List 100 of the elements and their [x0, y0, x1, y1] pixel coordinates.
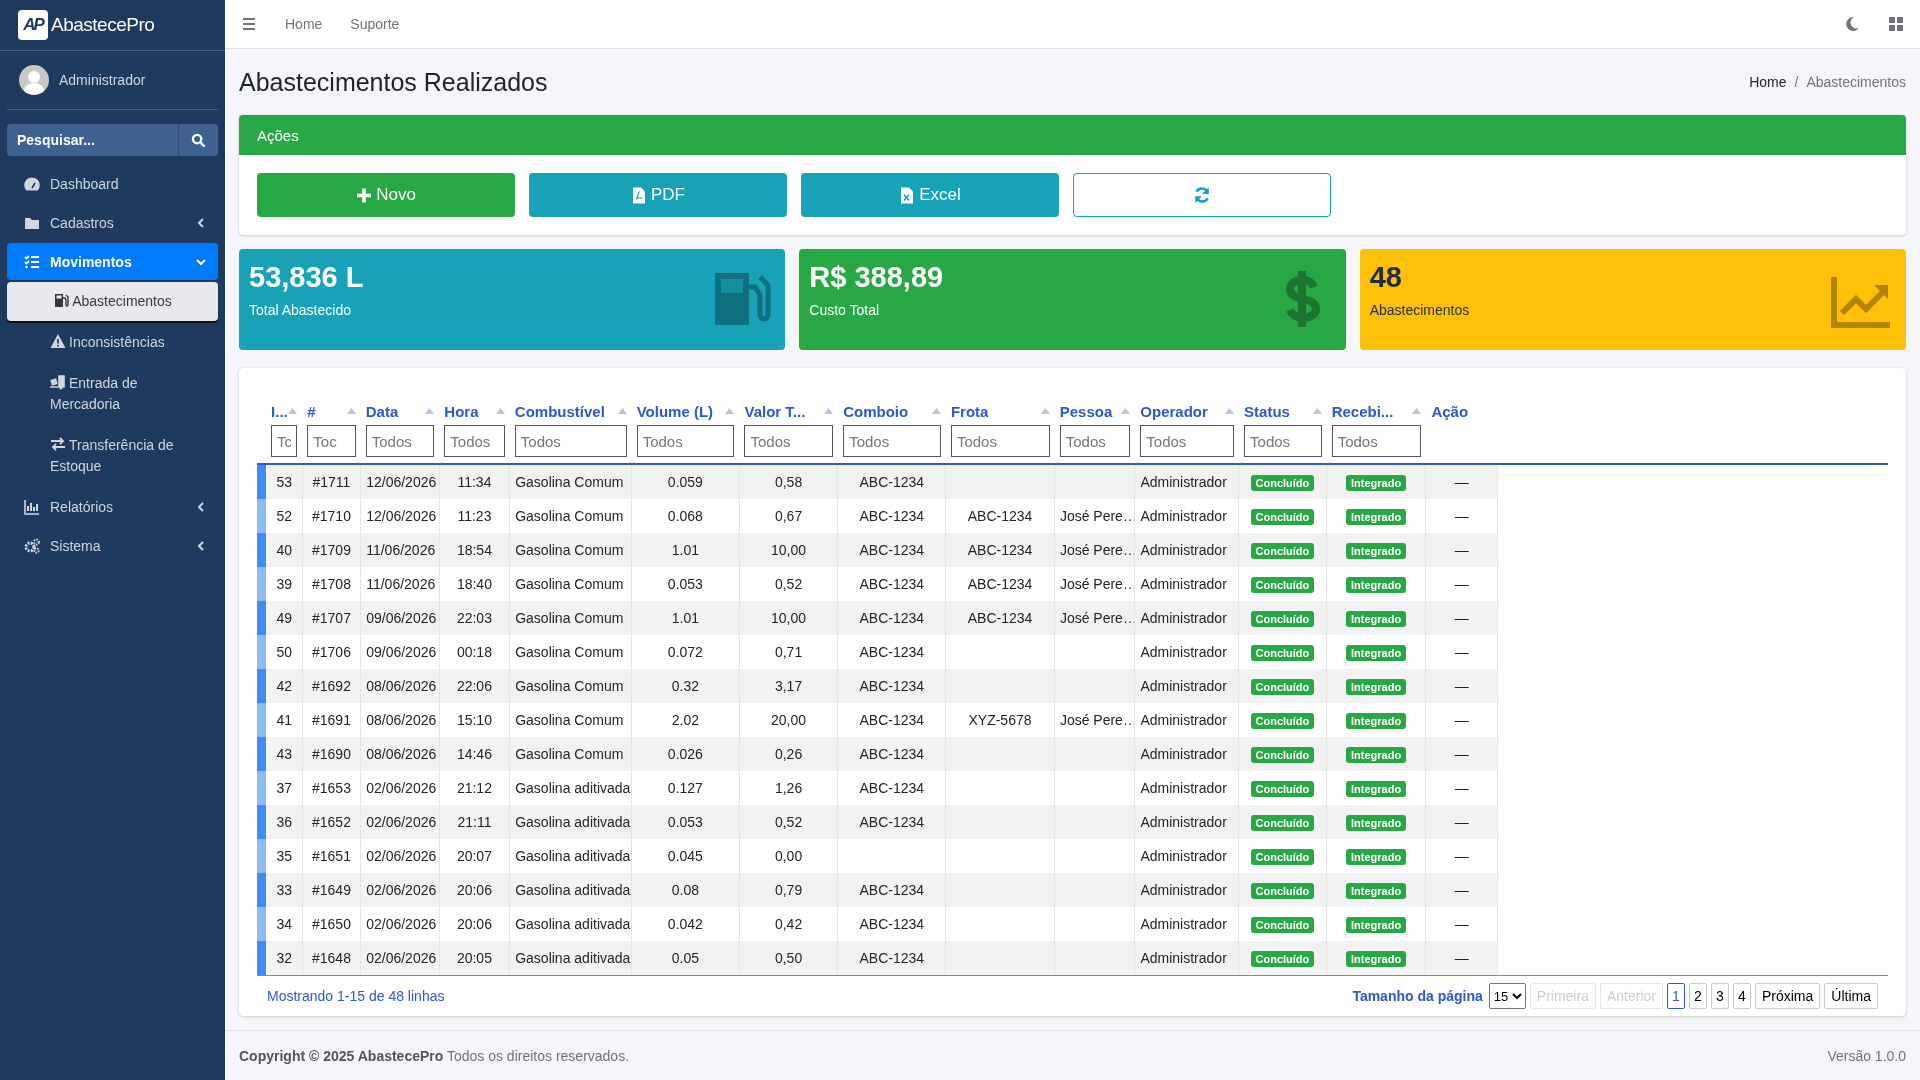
user-name[interactable]: Administrador	[59, 72, 146, 88]
sort-icon[interactable]	[425, 408, 435, 414]
column-header[interactable]: Operador	[1140, 402, 1208, 420]
sidebar-item[interactable]: Sistema	[7, 527, 218, 564]
filter-field[interactable]: Todos	[636, 425, 735, 457]
table-cell: Administrador	[1140, 882, 1227, 898]
column-header[interactable]: Status	[1244, 402, 1290, 420]
filter-field[interactable]: Toc	[307, 425, 356, 457]
sort-icon[interactable]	[1312, 408, 1322, 414]
table-cell: ABC-1234	[859, 610, 925, 626]
filter-field[interactable]: Todos	[1140, 425, 1235, 457]
filter-field[interactable]: Todos	[1244, 425, 1322, 457]
column-header[interactable]: Comboio	[843, 402, 909, 420]
table-cell: ABC-1234	[859, 814, 925, 830]
filter-field[interactable]: Todos	[514, 425, 627, 457]
refresh-button[interactable]	[1073, 173, 1331, 217]
sidebar-item[interactable]: Cadastros	[7, 204, 218, 241]
column-header[interactable]: Volume (L)	[636, 402, 714, 420]
status-badge: Integrado	[1346, 678, 1407, 695]
sort-icon[interactable]	[725, 408, 735, 414]
sort-icon[interactable]	[1225, 408, 1235, 414]
filter-field[interactable]: Todos	[1331, 425, 1422, 457]
page-button[interactable]: 1	[1666, 983, 1685, 1009]
table-cell: Gasolina aditivada	[515, 882, 631, 898]
status-badge: Integrado	[1346, 780, 1407, 797]
table-cell: Gasolina Comum	[515, 644, 624, 660]
filter-field[interactable]: Todos	[444, 425, 505, 457]
table-cell: ABC-1234	[859, 678, 925, 694]
column-header[interactable]: Valor T...	[744, 402, 806, 420]
column-header[interactable]: Ação	[1431, 402, 1469, 420]
sort-icon[interactable]	[1040, 408, 1050, 414]
table-cell: 20:05	[456, 950, 492, 966]
column-header[interactable]: #	[307, 402, 316, 420]
menu-icon[interactable]	[241, 16, 257, 32]
column-header[interactable]: Combustível	[514, 402, 605, 420]
column-header[interactable]: Recebi...	[1331, 402, 1394, 420]
sort-icon[interactable]	[617, 408, 627, 414]
table-cell: Administrador	[1140, 576, 1227, 592]
pager-button[interactable]: Última	[1824, 983, 1878, 1009]
search-field[interactable]: Pesquisar...	[7, 124, 178, 156]
sidebar-subitem[interactable]: Transferência de Estoque	[7, 426, 218, 486]
sidebar-item[interactable]: Relatórios	[7, 488, 218, 525]
table-cell: 0,71	[774, 644, 803, 660]
moon-icon[interactable]	[1844, 16, 1860, 32]
filter-field[interactable]: Todos	[365, 425, 435, 457]
pager-button[interactable]: Próxima	[1754, 983, 1821, 1009]
column-header[interactable]: Frota	[950, 402, 989, 420]
table-cell: Gasolina Comum	[515, 508, 624, 524]
page-button[interactable]: 4	[1732, 983, 1751, 1009]
page-size-select[interactable]: 15	[1488, 983, 1526, 1009]
sort-icon[interactable]	[346, 408, 356, 414]
column-header[interactable]: I...	[271, 402, 288, 420]
filter-field[interactable]: Todos	[744, 425, 834, 457]
sort-icon[interactable]	[931, 408, 941, 414]
sidebar-item[interactable]: Movimentos	[7, 243, 218, 280]
table-cell: 0.059	[667, 474, 703, 490]
new-button[interactable]: Novo	[257, 173, 515, 217]
status-badge: Concluído	[1250, 780, 1315, 797]
table-cell: 00:18	[456, 644, 492, 660]
filter-field[interactable]: Todos	[950, 425, 1050, 457]
row-marker	[257, 669, 266, 703]
sidebar-subitem[interactable]: Inconsistências	[7, 323, 218, 362]
row-marker	[257, 771, 266, 805]
status-badge: Concluído	[1250, 542, 1315, 559]
filter-field[interactable]: Todos	[1059, 425, 1131, 457]
column-header[interactable]: Hora	[444, 402, 479, 420]
table-cell: Gasolina Comum	[515, 678, 624, 694]
status-badge: Concluído	[1250, 678, 1315, 695]
sidebar-item[interactable]: Dashboard	[7, 165, 218, 202]
table-cell: Gasolina Comum	[515, 542, 624, 558]
sort-icon[interactable]	[288, 408, 298, 414]
table-cell: XYZ-5678	[968, 712, 1032, 728]
sort-icon[interactable]	[1412, 408, 1422, 414]
table-cell: 1.01	[671, 542, 699, 558]
table-cell: 02/06/2026	[366, 916, 437, 932]
gas-pump-icon	[53, 292, 70, 308]
breadcrumb-item[interactable]: Home	[1749, 74, 1787, 90]
nav-link[interactable]: Suporte	[350, 16, 400, 32]
column-header[interactable]: Pessoa	[1059, 402, 1113, 420]
grid-icon[interactable]	[1888, 16, 1904, 32]
sidebar-subitem[interactable]: Abastecimentos	[7, 282, 218, 321]
sort-icon[interactable]	[1121, 408, 1131, 414]
sort-icon[interactable]	[824, 408, 834, 414]
filter-field[interactable]: Tc	[271, 425, 298, 457]
page-button[interactable]: 3	[1710, 983, 1729, 1009]
table-cell: 0,42	[774, 916, 803, 932]
column-header[interactable]: Data	[365, 402, 399, 420]
table-cell: 1.01	[671, 610, 699, 626]
sort-icon[interactable]	[495, 408, 505, 414]
nav-link[interactable]: Home	[285, 16, 323, 32]
sidebar-subitem[interactable]: Entrada de Mercadoria	[7, 364, 218, 424]
table-cell: —	[1454, 542, 1469, 558]
table-cell: #1692	[312, 678, 351, 694]
filter-field[interactable]: Todos	[843, 425, 941, 457]
search-button[interactable]	[178, 124, 218, 156]
logo-mark: AP	[18, 10, 48, 40]
row-marker	[257, 873, 266, 907]
table-cell: 12/06/2026	[366, 474, 437, 490]
page-button[interactable]: 2	[1688, 983, 1707, 1009]
table-cell: ABC-1234	[859, 780, 925, 796]
